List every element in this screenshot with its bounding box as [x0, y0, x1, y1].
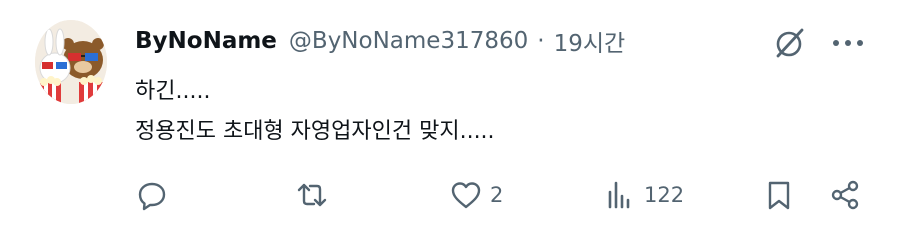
- heart-icon: [451, 182, 481, 209]
- view-count: 122: [644, 183, 685, 207]
- tweet-text-line: 정용진도 초대형 자영업자인건 맞지.....: [135, 119, 495, 144]
- tweet-text: 하긴..... 정용진도 초대형 자영업자인건 맞지.....: [135, 72, 495, 152]
- retweet-button[interactable]: [296, 173, 336, 217]
- avatar[interactable]: [35, 20, 107, 104]
- views-bar-chart-icon: [608, 181, 630, 209]
- tweet-header: ByNoName @ByNoName317860 · 19시간: [135, 24, 625, 58]
- grok-slash-circle-icon: [776, 28, 804, 58]
- share-button[interactable]: [829, 173, 861, 217]
- more-horizontal-icon: [833, 40, 863, 46]
- author-name[interactable]: ByNoName: [135, 28, 277, 54]
- grok-button[interactable]: [772, 25, 808, 61]
- tweet-timestamp[interactable]: 19시간: [554, 24, 626, 58]
- tweet-card[interactable]: ByNoName @ByNoName317860 · 19시간 하긴..... …: [0, 0, 900, 243]
- like-count: 2: [490, 183, 504, 207]
- author-handle[interactable]: @ByNoName317860: [289, 28, 528, 54]
- reply-bubble-icon: [138, 182, 166, 211]
- bookmark-icon: [768, 181, 790, 210]
- retweet-icon: [297, 183, 327, 207]
- tweet-text-line: 하긴.....: [135, 79, 211, 104]
- avatar-image: [35, 20, 107, 104]
- tweet-actions: 2 122: [0, 173, 900, 217]
- share-icon: [831, 180, 859, 210]
- bookmark-button[interactable]: [763, 173, 795, 217]
- reply-button[interactable]: [136, 173, 176, 217]
- like-button[interactable]: 2: [450, 173, 503, 217]
- views-button[interactable]: 122: [604, 173, 684, 217]
- more-options-button[interactable]: [828, 25, 868, 61]
- separator-dot: ·: [537, 28, 545, 54]
